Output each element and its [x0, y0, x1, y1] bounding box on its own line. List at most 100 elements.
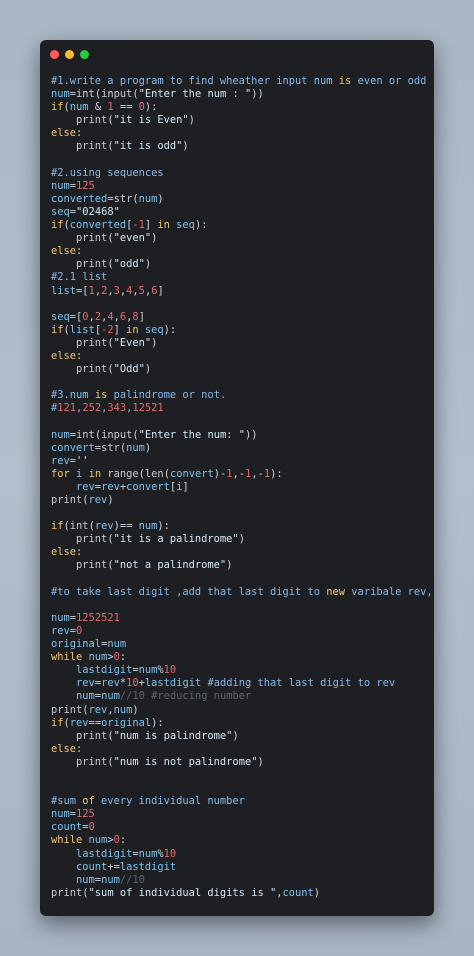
code-token: lastdigit	[76, 664, 133, 677]
code-line: while num>0:	[51, 834, 430, 847]
code-token: ]	[157, 284, 164, 297]
code-token: :	[76, 245, 83, 258]
zoom-button[interactable]	[80, 50, 89, 59]
code-token: num	[88, 651, 108, 664]
code-line: convert=str(num)	[51, 442, 430, 455]
code-editor[interactable]: #1.write a program to find wheather inpu…	[51, 75, 433, 900]
code-line: print("sum of individual digits is ",cou…	[51, 887, 430, 900]
code-token: while	[51, 651, 83, 664]
code-token: )	[257, 755, 264, 768]
code-token: -2	[101, 323, 114, 336]
code-token: &	[88, 101, 108, 114]
code-line: num=num//10 #reducing number	[51, 690, 430, 703]
code-token: 10	[126, 677, 139, 690]
code-token: ]	[144, 219, 158, 232]
code-token: in	[157, 219, 170, 232]
code-token: #3.	[51, 389, 70, 402]
code-line: #2.using sequences	[51, 167, 430, 180]
code-token: ]	[138, 310, 145, 323]
code-token: )	[144, 441, 152, 454]
code-token: 343	[107, 402, 127, 415]
code-line: #2.1 list	[51, 271, 430, 284]
code-token: "it is Even"	[113, 114, 189, 127]
code-token: new	[326, 585, 346, 598]
code-token: num	[313, 75, 333, 87]
code-token: )	[144, 363, 152, 376]
code-line: else:	[51, 743, 430, 756]
code-token: =[	[76, 284, 89, 297]
code-token: while	[51, 834, 83, 847]
code-token: else	[51, 127, 77, 140]
minimize-button[interactable]	[65, 50, 74, 59]
code-token: )	[226, 559, 233, 572]
code-token: 125	[76, 808, 95, 821]
code-token: rev	[94, 520, 114, 533]
code-token: //10 #reducing number	[119, 690, 252, 703]
code-token: if	[51, 101, 64, 114]
code-token: str	[113, 192, 133, 205]
code-token: #1.write a program to find wheather inpu…	[51, 75, 314, 87]
code-token: count	[282, 886, 314, 899]
code-token: "02468"	[76, 205, 120, 218]
code-token: converted	[51, 192, 108, 205]
code-token: rev	[69, 716, 89, 729]
code-line: if(converted[-1] in seq):	[51, 219, 430, 232]
code-token: ''	[76, 454, 89, 467]
code-token: print	[76, 729, 108, 742]
code-token: "Even"	[113, 336, 152, 349]
code-token: print	[76, 363, 108, 376]
code-token: print	[76, 755, 108, 768]
code-line: if(int(rev)== num):	[51, 520, 430, 533]
code-token: ):	[144, 101, 158, 114]
code-line: rev=rev*10+lastdigit #adding that last d…	[51, 677, 430, 690]
code-token: print	[76, 559, 108, 572]
code-token: ):	[163, 323, 177, 336]
code-token: num	[69, 101, 89, 114]
code-token: 252	[82, 402, 102, 415]
code-line: num=int(input("Enter the num: "))	[51, 429, 430, 442]
code-token: +=	[107, 860, 120, 873]
code-line: count+=lastdigit	[51, 861, 430, 874]
code-token: of	[82, 795, 95, 808]
code-token: convert	[51, 441, 95, 454]
code-token: rev	[101, 480, 120, 493]
code-line: seq="02468"	[51, 206, 430, 219]
code-token: ,-	[232, 467, 246, 480]
code-token: rev	[101, 677, 120, 690]
code-token: )	[144, 258, 152, 271]
code-token: seq	[176, 219, 195, 232]
code-token: 10	[163, 664, 177, 677]
code-token: lastdigit	[119, 860, 177, 873]
code-token: convert	[126, 480, 170, 493]
code-token: list	[69, 323, 95, 336]
code-token: num	[126, 441, 145, 454]
code-line: else:	[51, 546, 430, 559]
code-token: ,-	[251, 467, 264, 480]
code-token: len	[144, 467, 164, 480]
code-token: )-	[213, 467, 227, 480]
code-token: seq	[51, 205, 70, 218]
code-token: palindrome or not.	[107, 389, 227, 402]
code-token: str	[101, 441, 120, 454]
code-token: print	[76, 232, 108, 245]
code-line: print(rev)	[51, 494, 430, 507]
code-token: list	[51, 284, 77, 297]
code-token: range	[107, 467, 139, 480]
code-token: original	[51, 638, 102, 651]
close-button[interactable]	[50, 50, 59, 59]
code-token: num	[76, 873, 95, 886]
code-token: 121	[57, 402, 77, 415]
